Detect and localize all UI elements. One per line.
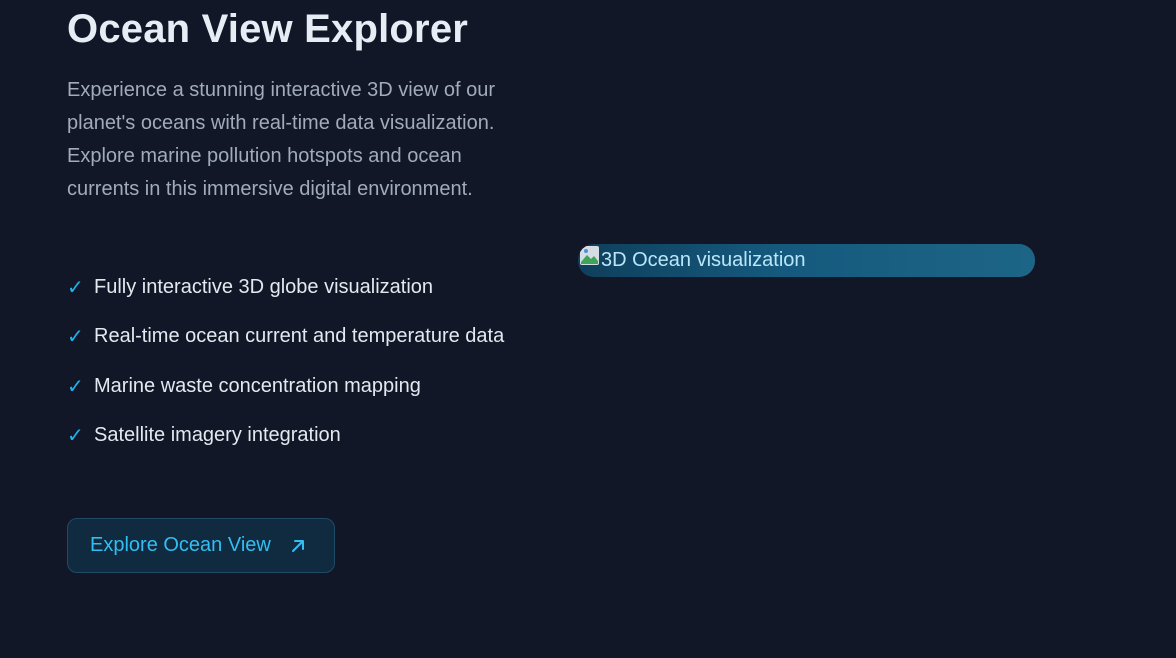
section-description: Experience a stunning interactive 3D vie…	[67, 79, 496, 200]
check-icon: ✓	[67, 324, 84, 348]
feature-item: ✓ Satellite imagery integration	[67, 419, 527, 452]
ocean-view-section: Ocean View Explorer Experience a stunnin…	[0, 0, 1176, 658]
feature-label: Fully interactive 3D globe visualization	[94, 276, 434, 298]
feature-item: ✓ Real-time ocean current and temperatur…	[67, 320, 527, 353]
broken-image-icon	[579, 245, 600, 266]
check-icon: ✓	[67, 275, 84, 299]
explore-ocean-view-button[interactable]: Explore Ocean View	[67, 518, 335, 573]
feature-item: ✓ Marine waste concentration mapping	[67, 370, 527, 403]
check-icon: ✓	[67, 374, 84, 398]
check-icon: ✓	[67, 423, 84, 447]
image-alt-text: 3D Ocean visualization	[601, 249, 806, 271]
feature-label: Satellite imagery integration	[94, 424, 341, 446]
ocean-visualization-image: 3D Ocean visualization	[578, 244, 1035, 277]
explore-button-label: Explore Ocean View	[90, 534, 271, 556]
feature-item: ✓ Fully interactive 3D globe visualizati…	[67, 271, 527, 304]
page-title: Ocean View Explorer	[67, 7, 469, 51]
arrow-up-right-icon	[289, 537, 307, 555]
feature-label: Real-time ocean current and temperature …	[94, 325, 505, 347]
feature-label: Marine waste concentration mapping	[94, 375, 421, 397]
feature-list: ✓ Fully interactive 3D globe visualizati…	[67, 271, 527, 468]
